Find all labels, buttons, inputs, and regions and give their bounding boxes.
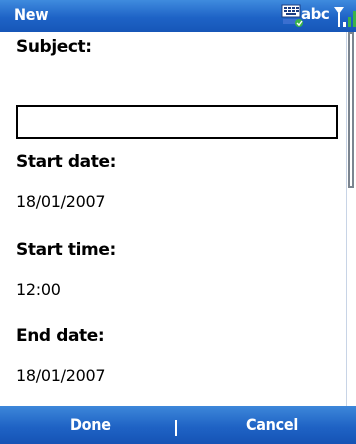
end-date-value[interactable]: 18/01/2007 [16,366,106,385]
window-title: New [14,5,49,24]
subject-input[interactable] [16,105,338,139]
cancel-softkey[interactable]: Cancel [246,415,298,434]
scrollbar-thumb[interactable] [348,32,354,188]
start-date-label: Start date: [16,152,116,172]
input-mode-indicator[interactable]: abc [301,5,330,23]
start-date-value[interactable]: 18/01/2007 [16,192,106,211]
start-time-value[interactable]: 12:00 [16,280,61,299]
subject-label: Subject: [16,37,92,57]
appointment-form: Subject: Start date: 18/01/2007 Start ti… [0,32,346,406]
softkey-bar: Done Cancel [0,406,356,444]
done-softkey[interactable]: Done [70,415,111,434]
softkey-divider [175,420,177,436]
end-date-label: End date: [16,326,105,346]
title-bar: New abc [0,0,356,32]
start-time-label: Start time: [16,240,116,260]
signal-strength-icon [334,7,356,27]
